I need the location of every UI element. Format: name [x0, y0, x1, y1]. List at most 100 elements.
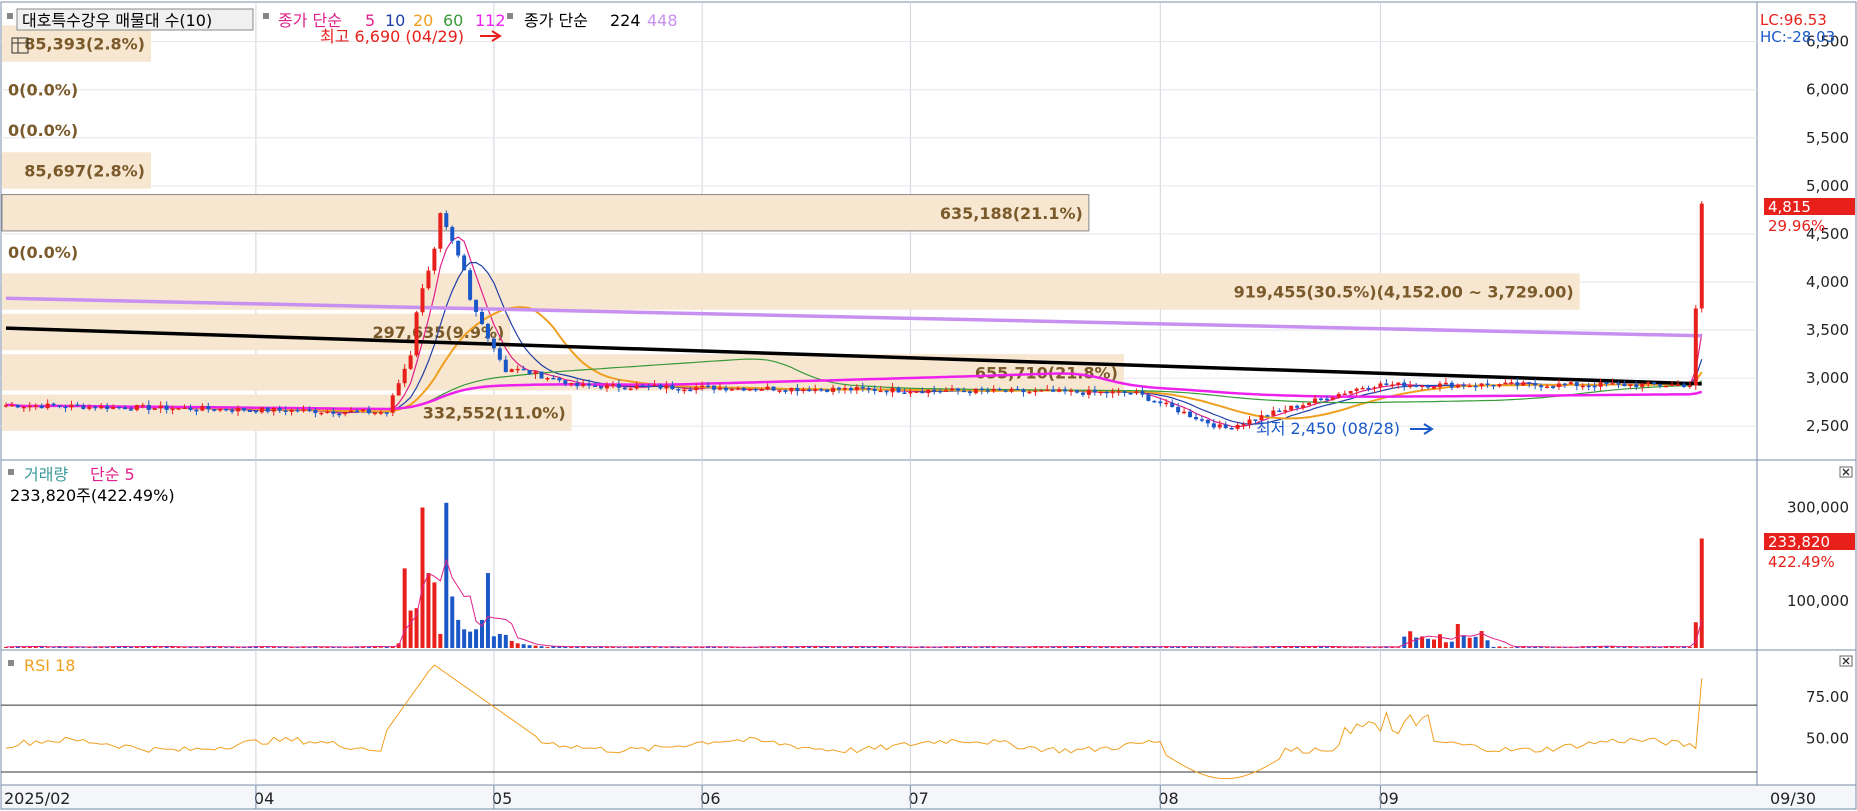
candle-body [831, 387, 836, 392]
candle-body [1473, 385, 1478, 388]
candle-body [69, 404, 74, 408]
stock-chart[interactable]: 85,393(2.8%) 0(0.0%) 0(0.0%) 85,697(2.8%) 63… [0, 0, 1857, 811]
candle-body [402, 368, 407, 384]
time-axis-label: 09 [1378, 789, 1398, 808]
profile-label: 635,188(21.1%) [940, 204, 1083, 223]
candle-body [634, 385, 639, 389]
price-axis-label: 4,000 [1806, 273, 1849, 291]
candle-body [1348, 390, 1353, 394]
candle-body [1658, 384, 1663, 386]
candle-body [593, 385, 598, 388]
candle-body [277, 407, 282, 411]
candle-body [372, 412, 377, 415]
candle-body [551, 377, 556, 380]
candle-body [218, 408, 223, 411]
candle-body [1330, 397, 1335, 400]
candle-body [1229, 428, 1234, 430]
candle-body [140, 404, 145, 407]
candle-body [247, 410, 252, 412]
candle-body [337, 413, 342, 416]
candle-body [134, 405, 139, 411]
candle-body [718, 387, 722, 390]
candle-body [1622, 383, 1627, 387]
candle-body [1176, 406, 1181, 413]
candle-body [854, 386, 859, 391]
time-axis-label: 04 [254, 789, 274, 808]
volume-bar [402, 568, 407, 648]
candle-body [1069, 390, 1074, 392]
volume-bar [1158, 647, 1163, 648]
candle-body [819, 389, 824, 391]
profile-label: 0(0.0%) [8, 243, 78, 262]
price-axis-label: 6,000 [1806, 81, 1849, 99]
candle-body [890, 387, 895, 393]
candle-body [1527, 382, 1532, 384]
profile-label: 0(0.0%) [8, 121, 78, 140]
candle-body [1592, 385, 1597, 388]
rsi-legend-icon [8, 660, 14, 666]
candle-body [712, 385, 717, 390]
ma-period-448[interactable]: 448 [647, 11, 678, 30]
candle-body [795, 387, 800, 392]
candle-body [1324, 398, 1329, 401]
ma-period-224[interactable]: 224 [610, 11, 641, 30]
candle-body [783, 390, 788, 392]
candle-body [1515, 382, 1520, 386]
candle-body [45, 403, 50, 409]
candle-body [1396, 382, 1401, 385]
volume-bar [539, 646, 544, 648]
candle-body [825, 389, 830, 392]
candle-body [1188, 411, 1193, 418]
candle-body [164, 405, 169, 410]
ma-period-112[interactable]: 112 [475, 11, 506, 30]
volume-title[interactable]: 거래량 [24, 465, 68, 484]
volume-bars [4, 502, 1704, 648]
volume-ma-label[interactable]: 단순 5 [90, 465, 135, 484]
candle-body [1140, 391, 1145, 395]
low-annotation: 최저 2,450 (08/28) [1256, 419, 1400, 438]
time-axis-label: 07 [908, 789, 928, 808]
candle-body [117, 406, 122, 409]
candle-body [93, 406, 98, 409]
candle-body [39, 405, 44, 409]
candle-body [1271, 410, 1276, 416]
candle-body [1414, 385, 1419, 387]
volume-bar [128, 646, 133, 648]
candle-body [1616, 383, 1621, 385]
time-axis-label: 06 [700, 789, 720, 808]
volume-bar [997, 647, 1002, 648]
candle-body [432, 248, 437, 271]
candle-body [801, 389, 806, 392]
candle-body [128, 409, 133, 411]
candle-body [1628, 384, 1633, 387]
candle-body [1408, 385, 1413, 388]
volume-bar [1687, 647, 1692, 648]
candle-body [1295, 405, 1300, 408]
candle-body [515, 368, 520, 371]
candle-body [872, 388, 877, 392]
candle-body [200, 406, 205, 411]
volume-bar [408, 610, 413, 648]
volume-bar [456, 619, 461, 648]
volume-bar [462, 629, 467, 648]
candle-body [777, 390, 782, 392]
volume-bar [1229, 647, 1234, 648]
candle-body [355, 410, 360, 413]
candle-body [1360, 387, 1365, 390]
candle-body [610, 384, 615, 386]
ma-legend-icon [263, 13, 269, 19]
candle-body [539, 371, 544, 379]
volume-bar [1503, 647, 1508, 648]
volume-bar [509, 640, 514, 648]
ma2-label[interactable]: 종가 단순 [524, 11, 588, 30]
candle-body [926, 389, 931, 394]
volume-bar [1426, 638, 1431, 648]
candle-body [4, 405, 8, 407]
rsi-title[interactable]: RSI 18 [24, 656, 75, 675]
volume-profile: 85,393(2.8%) 0(0.0%) 0(0.0%) 85,697(2.8%) 63… [1, 25, 1580, 431]
grid-lines [1, 2, 1757, 785]
volume-bar [45, 647, 50, 648]
price-axis-label: 3,500 [1806, 321, 1849, 339]
candle-body [581, 383, 586, 387]
candle-body [1634, 384, 1639, 387]
